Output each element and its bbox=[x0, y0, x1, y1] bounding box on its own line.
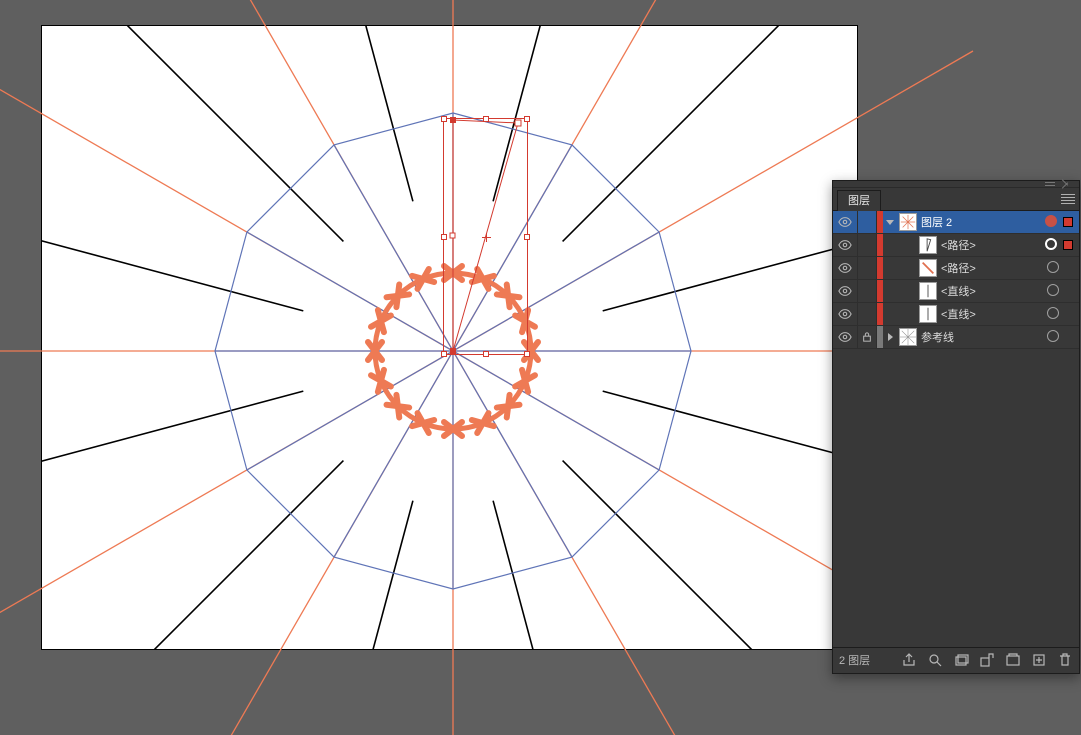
layer-color-strip bbox=[877, 257, 883, 279]
layer-thumbnail bbox=[919, 305, 937, 323]
new-layer-icon[interactable] bbox=[1031, 652, 1047, 668]
visibility-toggle[interactable] bbox=[833, 211, 858, 233]
search-icon[interactable] bbox=[927, 652, 943, 668]
target-icon[interactable] bbox=[1047, 307, 1061, 321]
visibility-toggle[interactable] bbox=[833, 257, 858, 279]
layers-panel[interactable]: 图层 图层 2 <路径> <路径> <直线> <直线> 参考线 2 图层 bbox=[832, 180, 1080, 674]
eye-icon bbox=[838, 284, 852, 298]
layer-color-strip bbox=[877, 303, 883, 325]
chevron-down-icon bbox=[886, 220, 894, 225]
visibility-toggle[interactable] bbox=[833, 234, 858, 256]
selection-indicator[interactable] bbox=[1063, 240, 1073, 250]
target-icon[interactable] bbox=[1047, 284, 1061, 298]
selection-indicator[interactable] bbox=[1065, 287, 1073, 295]
target-icon[interactable] bbox=[1045, 238, 1059, 252]
lock-toggle[interactable] bbox=[858, 326, 877, 348]
expand-toggle[interactable] bbox=[903, 280, 917, 302]
panel-menu-icon[interactable] bbox=[1061, 192, 1075, 206]
layer-item-row[interactable]: <路径> bbox=[833, 257, 1079, 280]
expand-toggle[interactable] bbox=[903, 303, 917, 325]
layer-thumbnail bbox=[899, 328, 917, 346]
expand-toggle[interactable] bbox=[903, 234, 917, 256]
lock-toggle[interactable] bbox=[858, 211, 877, 233]
visibility-toggle[interactable] bbox=[833, 326, 858, 348]
eye-icon bbox=[838, 330, 852, 344]
expand-toggle[interactable] bbox=[903, 257, 917, 279]
selection-indicator[interactable] bbox=[1065, 310, 1073, 318]
layer-name-label[interactable]: 图层 2 bbox=[921, 214, 1041, 230]
export-icon[interactable] bbox=[901, 652, 917, 668]
target-icon[interactable] bbox=[1047, 261, 1061, 275]
layer-thumbnail bbox=[919, 259, 937, 277]
lock-toggle[interactable] bbox=[858, 280, 877, 302]
layer-item-row[interactable]: <路径> bbox=[833, 234, 1079, 257]
panel-footer: 2 图层 bbox=[833, 647, 1079, 672]
layer-row[interactable]: 图层 2 bbox=[833, 211, 1079, 234]
expand-toggle[interactable] bbox=[883, 326, 897, 348]
layer-thumbnail bbox=[919, 282, 937, 300]
layer-name-label[interactable]: 参考线 bbox=[921, 329, 1043, 345]
new-sublayer-icon[interactable] bbox=[1005, 652, 1021, 668]
layer-name-label[interactable]: <路径> bbox=[941, 237, 1041, 253]
chevron-right-icon bbox=[888, 333, 893, 341]
lock-icon bbox=[862, 332, 872, 342]
layer-thumbnail bbox=[899, 213, 917, 231]
visibility-toggle[interactable] bbox=[833, 303, 858, 325]
layer-row[interactable]: 参考线 bbox=[833, 326, 1079, 349]
eye-icon bbox=[838, 238, 852, 252]
delete-icon[interactable] bbox=[1057, 652, 1073, 668]
expand-toggle[interactable] bbox=[883, 211, 897, 233]
target-icon[interactable] bbox=[1047, 330, 1061, 344]
lock-toggle[interactable] bbox=[858, 303, 877, 325]
lock-toggle[interactable] bbox=[858, 257, 877, 279]
layer-name-label[interactable]: <直线> bbox=[941, 306, 1043, 322]
visibility-toggle[interactable] bbox=[833, 280, 858, 302]
eye-icon bbox=[838, 215, 852, 229]
layer-thumbnail bbox=[919, 236, 937, 254]
selection-indicator[interactable] bbox=[1063, 217, 1073, 227]
collapse-icon[interactable] bbox=[1045, 182, 1055, 186]
eye-icon bbox=[838, 307, 852, 321]
layer-count-label: 2 图层 bbox=[839, 652, 891, 668]
lock-toggle[interactable] bbox=[858, 234, 877, 256]
collect-icon[interactable] bbox=[953, 652, 969, 668]
panel-tabbar: 图层 bbox=[833, 188, 1079, 211]
layer-name-label[interactable]: <路径> bbox=[941, 260, 1043, 276]
selection-indicator[interactable] bbox=[1065, 264, 1073, 272]
layer-item-row[interactable]: <直线> bbox=[833, 280, 1079, 303]
layer-color-strip bbox=[877, 234, 883, 256]
layer-item-row[interactable]: <直线> bbox=[833, 303, 1079, 326]
layer-name-label[interactable]: <直线> bbox=[941, 283, 1043, 299]
eye-icon bbox=[838, 261, 852, 275]
layers-tab[interactable]: 图层 bbox=[837, 190, 881, 211]
layer-list[interactable]: 图层 2 <路径> <路径> <直线> <直线> 参考线 bbox=[833, 211, 1079, 647]
close-icon[interactable] bbox=[1061, 182, 1069, 186]
target-icon[interactable] bbox=[1045, 215, 1059, 229]
selection-indicator[interactable] bbox=[1065, 333, 1073, 341]
layer-color-strip bbox=[877, 280, 883, 302]
panel-grip[interactable] bbox=[833, 181, 1079, 188]
locate-icon[interactable] bbox=[979, 652, 995, 668]
